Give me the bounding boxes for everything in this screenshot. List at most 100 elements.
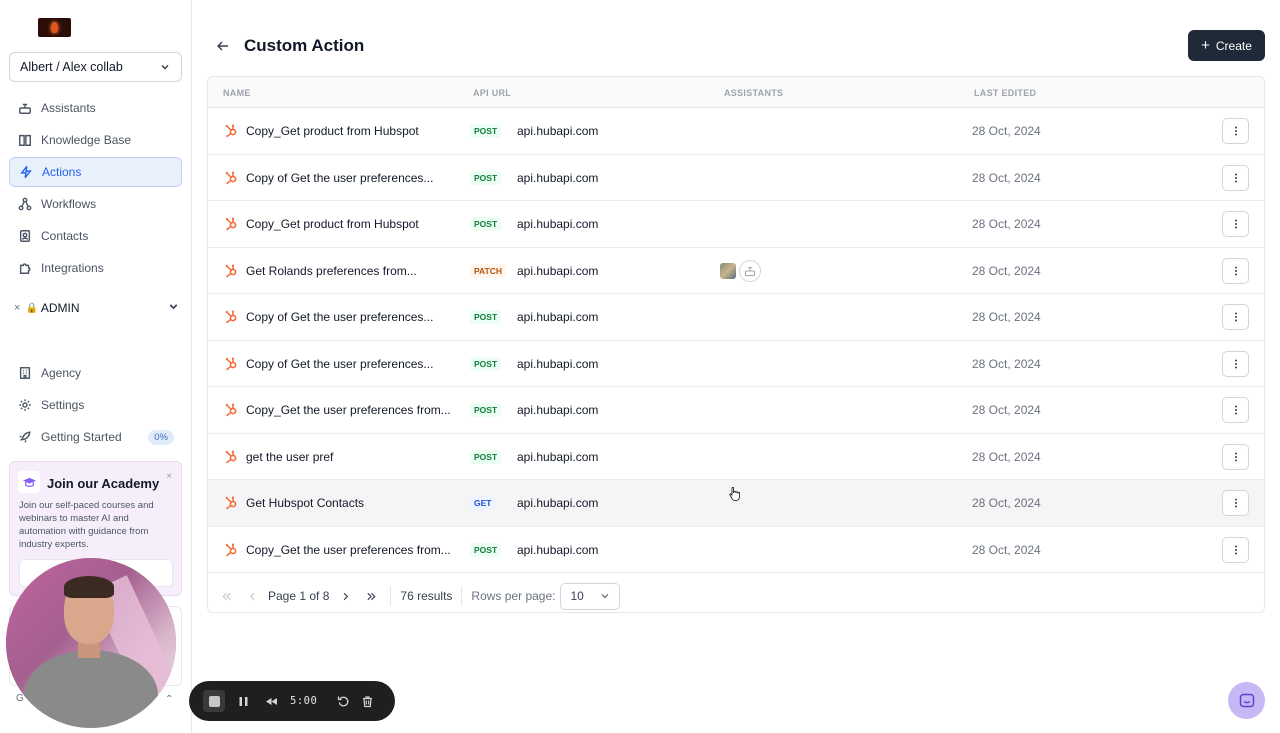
sidebar-item-assistants[interactable]: Assistants [9, 93, 182, 123]
assistant-icon [17, 101, 32, 116]
prev-page-icon[interactable] [242, 586, 262, 606]
sidebar-item-getting-started[interactable]: Getting Started 0% [9, 422, 182, 452]
action-name[interactable]: Copy of Get the user preferences... [246, 171, 433, 185]
admin-section-toggle[interactable]: × 🔒 ADMIN [14, 299, 180, 317]
action-name[interactable]: Copy of Get the user preferences... [246, 310, 433, 324]
sidebar-item-settings[interactable]: Settings [9, 390, 182, 420]
assistant-avatars [720, 259, 761, 282]
last-edited-date: 28 Oct, 2024 [972, 124, 1041, 138]
stop-recording-button[interactable] [203, 690, 225, 712]
table-header: NAME API URL ASSISTANTS LAST EDITED [208, 77, 1264, 108]
sidebar-item-workflows[interactable]: Workflows [9, 189, 182, 219]
action-name[interactable]: Copy of Get the user preferences... [246, 357, 433, 371]
next-page-icon[interactable] [335, 586, 355, 606]
action-name[interactable]: Copy_Get product from Hubspot [246, 124, 419, 138]
hubspot-icon [224, 449, 239, 464]
action-name[interactable]: Copy_Get the user preferences from... [246, 543, 451, 557]
action-name[interactable]: get the user pref [246, 450, 333, 464]
more-vertical-icon [1230, 451, 1242, 463]
back-arrow-icon[interactable] [216, 39, 230, 53]
row-actions-button[interactable] [1222, 490, 1249, 516]
chat-icon [1239, 693, 1254, 707]
table-row[interactable]: Copy_Get the user preferences from... POS… [208, 387, 1264, 434]
rewind-icon[interactable] [261, 691, 281, 711]
action-name[interactable]: Get Rolands preferences from... [246, 264, 417, 278]
trash-icon[interactable] [357, 691, 377, 711]
row-actions-button[interactable] [1222, 211, 1249, 237]
last-edited-date: 28 Oct, 2024 [972, 496, 1041, 510]
more-vertical-icon [1230, 311, 1242, 323]
last-edited-date: 28 Oct, 2024 [972, 217, 1041, 231]
assistant-avatar[interactable] [720, 262, 736, 279]
http-method-badge: POST [470, 542, 502, 557]
row-actions-button[interactable] [1222, 350, 1249, 377]
row-actions-button[interactable] [1222, 397, 1249, 423]
divider [461, 586, 463, 606]
column-header-last-edited[interactable]: LAST EDITED [974, 88, 1036, 98]
assistant-avatar-placeholder[interactable] [739, 259, 761, 282]
action-name[interactable]: Copy_Get product from Hubspot [246, 217, 419, 231]
progress-badge: 0% [148, 429, 174, 445]
close-icon[interactable]: × [14, 302, 20, 314]
row-actions-button[interactable] [1222, 118, 1249, 144]
last-edited-date: 28 Oct, 2024 [972, 263, 1041, 278]
row-actions-button[interactable] [1222, 257, 1249, 284]
sidebar-item-label: Actions [42, 165, 82, 179]
column-header-api-url[interactable]: API URL [473, 88, 511, 98]
brand-logo[interactable] [38, 18, 71, 37]
webcam-overlay[interactable] [6, 558, 176, 728]
more-vertical-icon [1230, 544, 1242, 556]
sidebar-item-integrations[interactable]: Integrations [9, 253, 182, 283]
create-button[interactable]: + Create [1188, 30, 1265, 61]
rows-per-page-select[interactable]: 10 [560, 582, 621, 610]
table-row[interactable]: Copy of Get the user preferences... POST a… [208, 155, 1264, 201]
action-name[interactable]: Get Hubspot Contacts [246, 496, 364, 510]
first-page-icon[interactable] [216, 586, 236, 606]
sidebar-item-actions[interactable]: Actions [9, 157, 182, 187]
rows-per-page-label: Rows per page: [471, 589, 556, 603]
last-page-icon[interactable] [361, 586, 381, 606]
row-actions-button[interactable] [1222, 164, 1249, 191]
bolt-icon [18, 165, 33, 180]
column-header-name[interactable]: NAME [223, 88, 251, 98]
action-name[interactable]: Copy_Get the user preferences from... [246, 403, 451, 417]
api-url: api.hubapi.com [517, 403, 599, 417]
chevron-down-icon [167, 300, 180, 316]
table-row[interactable]: get the user pref POST api.hubapi.com 28 Oc… [208, 434, 1264, 480]
close-icon[interactable]: × [166, 471, 172, 482]
contacts-icon [17, 229, 32, 244]
api-url: api.hubapi.com [517, 449, 599, 464]
row-actions-button[interactable] [1222, 443, 1249, 470]
hubspot-icon [224, 542, 239, 557]
table-row[interactable]: Copy_Get product from Hubspot POST api.hub… [208, 108, 1264, 155]
http-method-badge: POST [470, 310, 502, 324]
table-row[interactable]: Copy of Get the user preferences... POST a… [208, 294, 1264, 341]
restart-icon[interactable] [333, 691, 353, 711]
more-vertical-icon [1230, 172, 1242, 184]
more-vertical-icon [1230, 218, 1242, 230]
recording-timer: 5:00 [290, 695, 318, 707]
sidebar-item-agency[interactable]: Agency [9, 358, 182, 388]
api-url: api.hubapi.com [517, 217, 599, 231]
admin-label: ADMIN [40, 301, 80, 315]
chat-launcher-button[interactable] [1228, 682, 1265, 719]
mouse-cursor-icon [729, 487, 740, 501]
row-actions-button[interactable] [1222, 536, 1249, 563]
http-method-badge: POST [470, 449, 502, 464]
table-row[interactable]: Get Rolands preferences from... PATCH api.… [208, 248, 1264, 294]
hubspot-icon [224, 263, 239, 278]
more-vertical-icon [1230, 497, 1242, 509]
sidebar-item-knowledge-base[interactable]: Knowledge Base [9, 125, 182, 155]
row-actions-button[interactable] [1222, 304, 1249, 330]
more-vertical-icon [1230, 265, 1242, 277]
column-header-assistants[interactable]: ASSISTANTS [724, 88, 783, 98]
sidebar-item-label: Settings [41, 398, 85, 412]
table-row[interactable]: Copy_Get product from Hubspot POST api.hub… [208, 201, 1264, 248]
table-row[interactable]: Copy of Get the user preferences... POST a… [208, 341, 1264, 387]
sidebar-item-label: Agency [41, 366, 82, 380]
table-row[interactable]: Copy_Get the user preferences from... POS… [208, 527, 1264, 573]
pause-icon[interactable] [233, 691, 253, 711]
sidebar-item-contacts[interactable]: Contacts [9, 221, 182, 251]
graduation-cap-icon [18, 471, 40, 493]
workspace-select[interactable]: Albert / Alex collab [9, 52, 182, 82]
